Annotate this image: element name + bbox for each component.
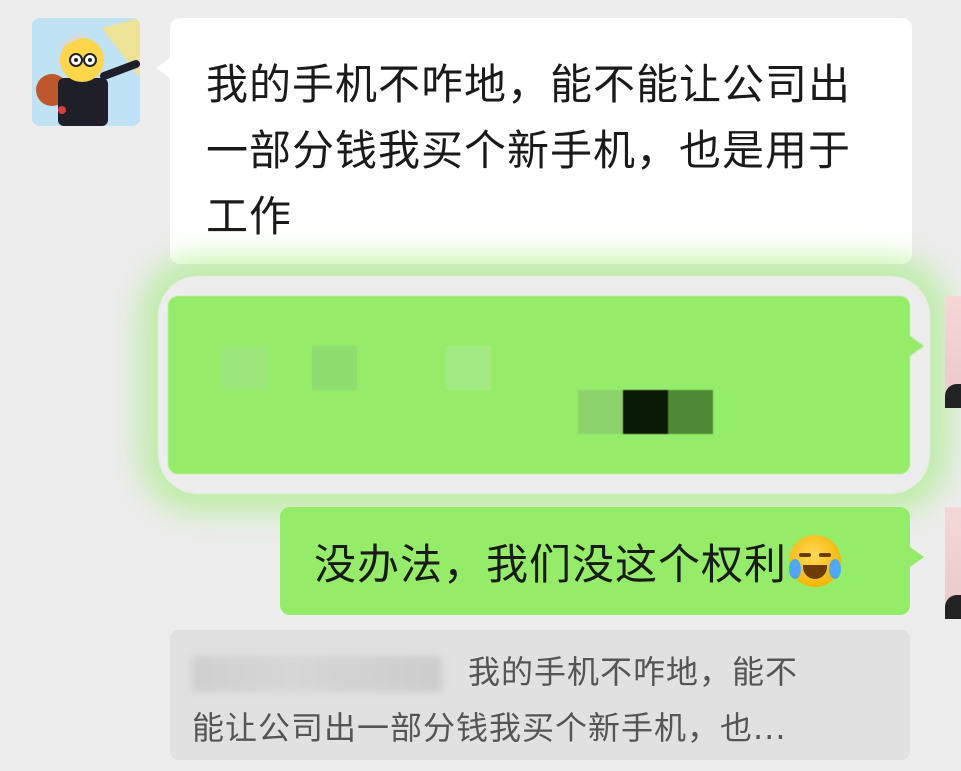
emoji-eye (799, 553, 812, 557)
message-line: 工作 (206, 192, 293, 241)
redaction-pixel (222, 346, 267, 390)
face-with-tears-of-joy-emoji (789, 535, 842, 587)
self-avatar-partial[interactable] (945, 507, 961, 619)
redaction-pixel (312, 346, 357, 390)
emoji-eye (819, 553, 832, 557)
emoji-tear (829, 559, 842, 579)
self-avatar-partial[interactable] (945, 296, 961, 408)
redaction-blur (158, 276, 930, 494)
quote-text: 我的手机不咋地，能不 (468, 653, 799, 691)
emoji-tear (789, 559, 802, 579)
redaction-pixel (578, 390, 623, 434)
redaction-pixel (446, 346, 491, 390)
redaction-pixel (668, 390, 713, 434)
emoji-mouth (803, 565, 828, 579)
redacted-outgoing-message-bubble[interactable] (168, 296, 924, 474)
quote-text: 能让公司出一部分钱我买个新手机，也... (192, 709, 787, 747)
contact-avatar[interactable] (32, 18, 140, 126)
quoted-message[interactable]: 我的手机不咋地，能不 能让公司出一部分钱我买个新手机，也... (170, 630, 910, 760)
outgoing-message-bubble[interactable]: 没办法，我们没这个权利 (280, 507, 924, 615)
quote-line: 我的手机不咋地，能不 (192, 644, 886, 700)
avatar-cartoon-icon (32, 18, 140, 126)
message-text: 没办法，我们没这个权利 (314, 539, 788, 589)
message-line: 一部分钱我买个新手机，也是用于 (206, 126, 852, 175)
redaction-pixel (623, 390, 668, 434)
message-line: 我的手机不咋地，能不能让公司出 (206, 60, 852, 109)
blurred-sender-name (192, 656, 442, 692)
incoming-message-bubble[interactable]: 我的手机不咋地，能不能让公司出 一部分钱我买个新手机，也是用于 工作 (156, 18, 912, 264)
